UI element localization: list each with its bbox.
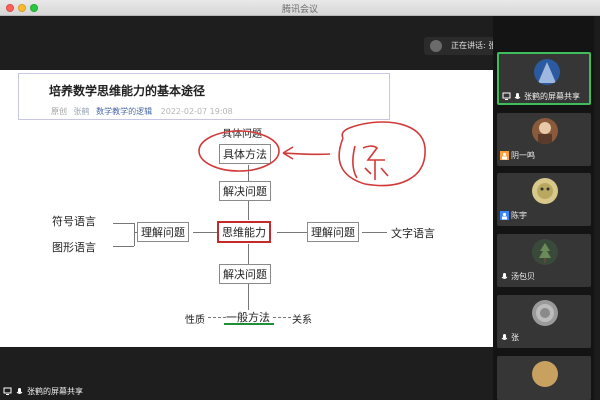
user-icon — [500, 211, 509, 220]
participant-tile[interactable]: 汤包贝 — [497, 234, 591, 287]
user-icon — [500, 151, 509, 160]
dashed-connector — [273, 317, 291, 318]
symbol-language-label: 符号语言 — [52, 215, 96, 228]
screen-share-name: 张鹤的屏幕共享 — [27, 387, 83, 396]
avatar — [532, 361, 558, 387]
article-author: 张鹤 — [73, 107, 90, 116]
participant-name: 汤包贝 — [511, 272, 535, 281]
participant-name: 陈宇 — [511, 211, 527, 220]
screen-share-icon — [3, 387, 12, 395]
connector — [277, 232, 307, 233]
article-header: 培养数学思维能力的基本途径 原创 张鹤 数学教学的逻辑 2022-02-07 1… — [18, 73, 390, 120]
avatar — [534, 59, 560, 85]
text-language-label: 文字语言 — [391, 227, 435, 240]
original-tag: 原创 — [51, 107, 67, 116]
avatar — [532, 118, 558, 144]
window-titlebar: 腾讯会议 — [0, 0, 600, 16]
participant-tile[interactable] — [497, 356, 591, 400]
participant-tile[interactable]: 陈宇 — [497, 173, 591, 226]
participant-name: 张鹤的屏幕共享 — [524, 92, 580, 101]
panel-scrollbar[interactable] — [594, 16, 600, 400]
participant-tile[interactable]: 阴一鸣 — [497, 113, 591, 166]
participant-tile[interactable]: 张 — [497, 295, 591, 348]
connector — [248, 244, 249, 264]
avatar — [532, 239, 558, 265]
article-meta: 原创 张鹤 数学教学的逻辑 2022-02-07 19:08 — [51, 106, 233, 117]
connector — [362, 232, 387, 233]
mic-icon — [501, 334, 508, 340]
article-date: 2022-02-07 19:08 — [160, 107, 233, 116]
avatar — [532, 300, 558, 326]
connector — [134, 223, 135, 246]
green-underline — [224, 323, 274, 325]
solve-problem-bottom-node: 解决问题 — [219, 264, 271, 284]
mic-icon — [16, 388, 23, 394]
participant-tile-screen-share[interactable]: 张鹤的屏幕共享 — [497, 52, 591, 105]
mic-icon — [501, 273, 508, 279]
understand-problem-right-node: 理解问题 — [307, 222, 359, 242]
graph-language-label: 图形语言 — [52, 241, 96, 254]
mic-icon — [514, 93, 521, 99]
understand-problem-left-node: 理解问题 — [137, 222, 189, 242]
screen-share-label: 张鹤的屏幕共享 — [3, 386, 83, 397]
screen-share-icon — [502, 92, 511, 100]
connector — [113, 223, 134, 224]
window-title: 腾讯会议 — [281, 5, 318, 15]
thinking-ability-node: 思维能力 — [217, 221, 271, 243]
connector — [113, 246, 134, 247]
participant-name: 阴一鸣 — [511, 151, 535, 160]
dashed-connector — [208, 317, 226, 318]
relation-label: 关系 — [292, 315, 312, 326]
connector — [193, 232, 217, 233]
participants-panel: 张鹤的屏幕共享 阴一鸣 陈宇 汤包贝 张 — [493, 16, 600, 400]
article-title: 培养数学思维能力的基本途径 — [49, 84, 206, 98]
speaker-avatar — [430, 40, 442, 52]
connector — [248, 200, 249, 220]
avatar — [532, 178, 558, 204]
connector — [248, 283, 249, 310]
account-link[interactable]: 数学教学的逻辑 — [96, 107, 152, 116]
participant-name: 张 — [511, 333, 519, 342]
ink-annotation — [198, 121, 426, 187]
nature-label: 性质 — [185, 315, 205, 326]
